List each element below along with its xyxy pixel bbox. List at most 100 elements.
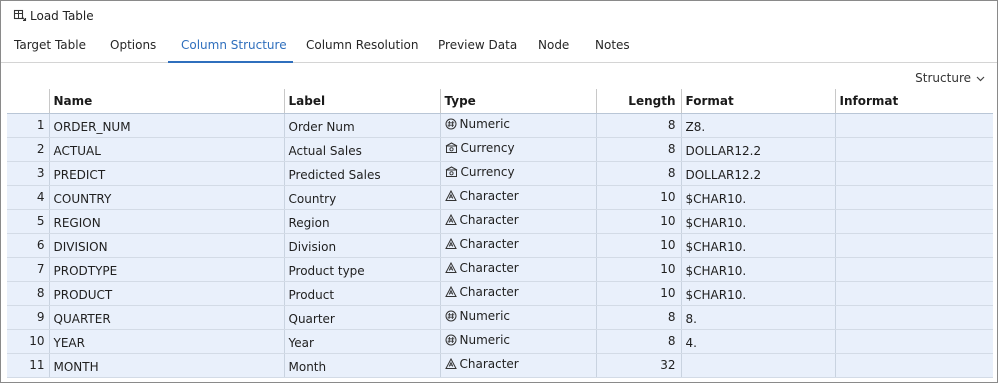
column-header-label[interactable]: Label: [284, 89, 441, 114]
cell-informat[interactable]: [835, 113, 993, 138]
cell-format[interactable]: $CHAR10.: [681, 185, 836, 210]
cell-format[interactable]: DOLLAR12.2: [681, 137, 836, 162]
load-table-icon: [13, 9, 27, 23]
cell-informat[interactable]: [835, 305, 993, 330]
cell-informat[interactable]: [835, 329, 993, 354]
tab-node[interactable]: Node: [538, 29, 569, 63]
cell-name[interactable]: REGION: [49, 209, 285, 234]
cell-format[interactable]: 8.: [681, 305, 836, 330]
cell-type[interactable]: Character: [440, 209, 597, 234]
structure-menu-button[interactable]: Structure: [915, 70, 985, 86]
cell-length[interactable]: 10: [596, 281, 682, 306]
cell-type[interactable]: Character: [440, 233, 597, 258]
table-row[interactable]: 4 COUNTRY Country Character 10 $CHAR10.: [7, 185, 993, 210]
cell-name[interactable]: QUARTER: [49, 305, 285, 330]
cell-type[interactable]: Currency: [440, 137, 597, 162]
tab-target-table[interactable]: Target Table: [14, 29, 86, 63]
cell-label[interactable]: Division: [284, 233, 441, 258]
cell-label[interactable]: Order Num: [284, 113, 441, 138]
cell-format[interactable]: $CHAR10.: [681, 209, 836, 234]
cell-informat[interactable]: [835, 137, 993, 162]
cell-name[interactable]: PRODUCT: [49, 281, 285, 306]
tab-notes[interactable]: Notes: [595, 29, 630, 63]
tab-preview-data[interactable]: Preview Data: [438, 29, 517, 63]
cell-label[interactable]: Actual Sales: [284, 137, 441, 162]
table-row[interactable]: 9 QUARTER Quarter Numeric 8 8.: [7, 305, 993, 330]
table-row[interactable]: 8 PRODUCT Product Character 10 $CHAR10.: [7, 281, 993, 306]
row-number: 2: [7, 137, 50, 162]
cell-length[interactable]: 10: [596, 233, 682, 258]
cell-informat[interactable]: [835, 233, 993, 258]
cell-length[interactable]: 8: [596, 137, 682, 162]
cell-name[interactable]: PRODTYPE: [49, 257, 285, 282]
cell-type[interactable]: Numeric: [440, 113, 597, 138]
cell-format[interactable]: 4.: [681, 329, 836, 354]
cell-length[interactable]: 10: [596, 209, 682, 234]
cell-name[interactable]: ORDER_NUM: [49, 113, 285, 138]
cell-label[interactable]: Predicted Sales: [284, 161, 441, 186]
cell-informat[interactable]: [835, 353, 993, 378]
row-number: 7: [7, 257, 50, 282]
table-row[interactable]: 1 ORDER_NUM Order Num Numeric 8 Z8.: [7, 113, 993, 138]
cell-type[interactable]: Character: [440, 257, 597, 282]
cell-length[interactable]: 10: [596, 185, 682, 210]
cell-type-label: Character: [459, 260, 519, 275]
cell-label[interactable]: Product: [284, 281, 441, 306]
cell-format[interactable]: Z8.: [681, 113, 836, 138]
cell-label[interactable]: Product type: [284, 257, 441, 282]
column-header-length[interactable]: Length: [596, 89, 682, 114]
cell-length[interactable]: 8: [596, 161, 682, 186]
cell-type[interactable]: Character: [440, 281, 597, 306]
cell-informat[interactable]: [835, 257, 993, 282]
column-header-name[interactable]: Name: [49, 89, 285, 114]
cell-format[interactable]: $CHAR10.: [681, 281, 836, 306]
tab-column-structure[interactable]: Column Structure: [168, 29, 293, 63]
cell-type[interactable]: Currency: [440, 161, 597, 186]
tab-options[interactable]: Options: [110, 29, 156, 63]
table-header-row: Name Label Type Length Format Informat: [7, 89, 993, 114]
cell-type[interactable]: Numeric: [440, 305, 597, 330]
column-header-informat[interactable]: Informat: [835, 89, 993, 114]
cell-format[interactable]: $CHAR10.: [681, 233, 836, 258]
cell-label[interactable]: Region: [284, 209, 441, 234]
cell-length[interactable]: 8: [596, 305, 682, 330]
cell-type[interactable]: Character: [440, 185, 597, 210]
cell-label[interactable]: Quarter: [284, 305, 441, 330]
character-icon: [444, 213, 457, 226]
row-number: 11: [7, 353, 50, 378]
table-row[interactable]: 5 REGION Region Character 10 $CHAR10.: [7, 209, 993, 234]
table-row[interactable]: 2 ACTUAL Actual Sales Currency 8 DOLLAR12.2: [7, 137, 993, 162]
cell-name[interactable]: ACTUAL: [49, 137, 285, 162]
cell-length[interactable]: 32: [596, 353, 682, 378]
cell-name[interactable]: PREDICT: [49, 161, 285, 186]
table-body: 1 ORDER_NUM Order Num Numeric 8 Z8. 2 ACTUAL Act…: [7, 113, 993, 378]
cell-name[interactable]: YEAR: [49, 329, 285, 354]
cell-length[interactable]: 10: [596, 257, 682, 282]
cell-label[interactable]: Year: [284, 329, 441, 354]
cell-format[interactable]: DOLLAR12.2: [681, 161, 836, 186]
cell-name[interactable]: MONTH: [49, 353, 285, 378]
cell-label[interactable]: Country: [284, 185, 441, 210]
table-row[interactable]: 3 PREDICT Predicted Sales Currency 8 DOLLAR12…: [7, 161, 993, 186]
cell-type[interactable]: Character: [440, 353, 597, 378]
window-titlebar: Load Table: [13, 7, 94, 25]
cell-informat[interactable]: [835, 209, 993, 234]
cell-label[interactable]: Month: [284, 353, 441, 378]
cell-informat[interactable]: [835, 185, 993, 210]
column-header-format[interactable]: Format: [681, 89, 836, 114]
cell-informat[interactable]: [835, 161, 993, 186]
cell-name[interactable]: DIVISION: [49, 233, 285, 258]
cell-name[interactable]: COUNTRY: [49, 185, 285, 210]
cell-format[interactable]: [681, 353, 836, 378]
table-row[interactable]: 11 MONTH Month Character 32: [7, 353, 993, 378]
cell-informat[interactable]: [835, 281, 993, 306]
cell-length[interactable]: 8: [596, 113, 682, 138]
cell-length[interactable]: 8: [596, 329, 682, 354]
cell-type[interactable]: Numeric: [440, 329, 597, 354]
table-row[interactable]: 6 DIVISION Division Character 10 $CHAR10.: [7, 233, 993, 258]
table-row[interactable]: 7 PRODTYPE Product type Character 10 $CHAR10.: [7, 257, 993, 282]
tab-column-resolution[interactable]: Column Resolution: [306, 29, 418, 63]
table-row[interactable]: 10 YEAR Year Numeric 8 4.: [7, 329, 993, 354]
column-header-type[interactable]: Type: [440, 89, 597, 114]
cell-format[interactable]: $CHAR10.: [681, 257, 836, 282]
